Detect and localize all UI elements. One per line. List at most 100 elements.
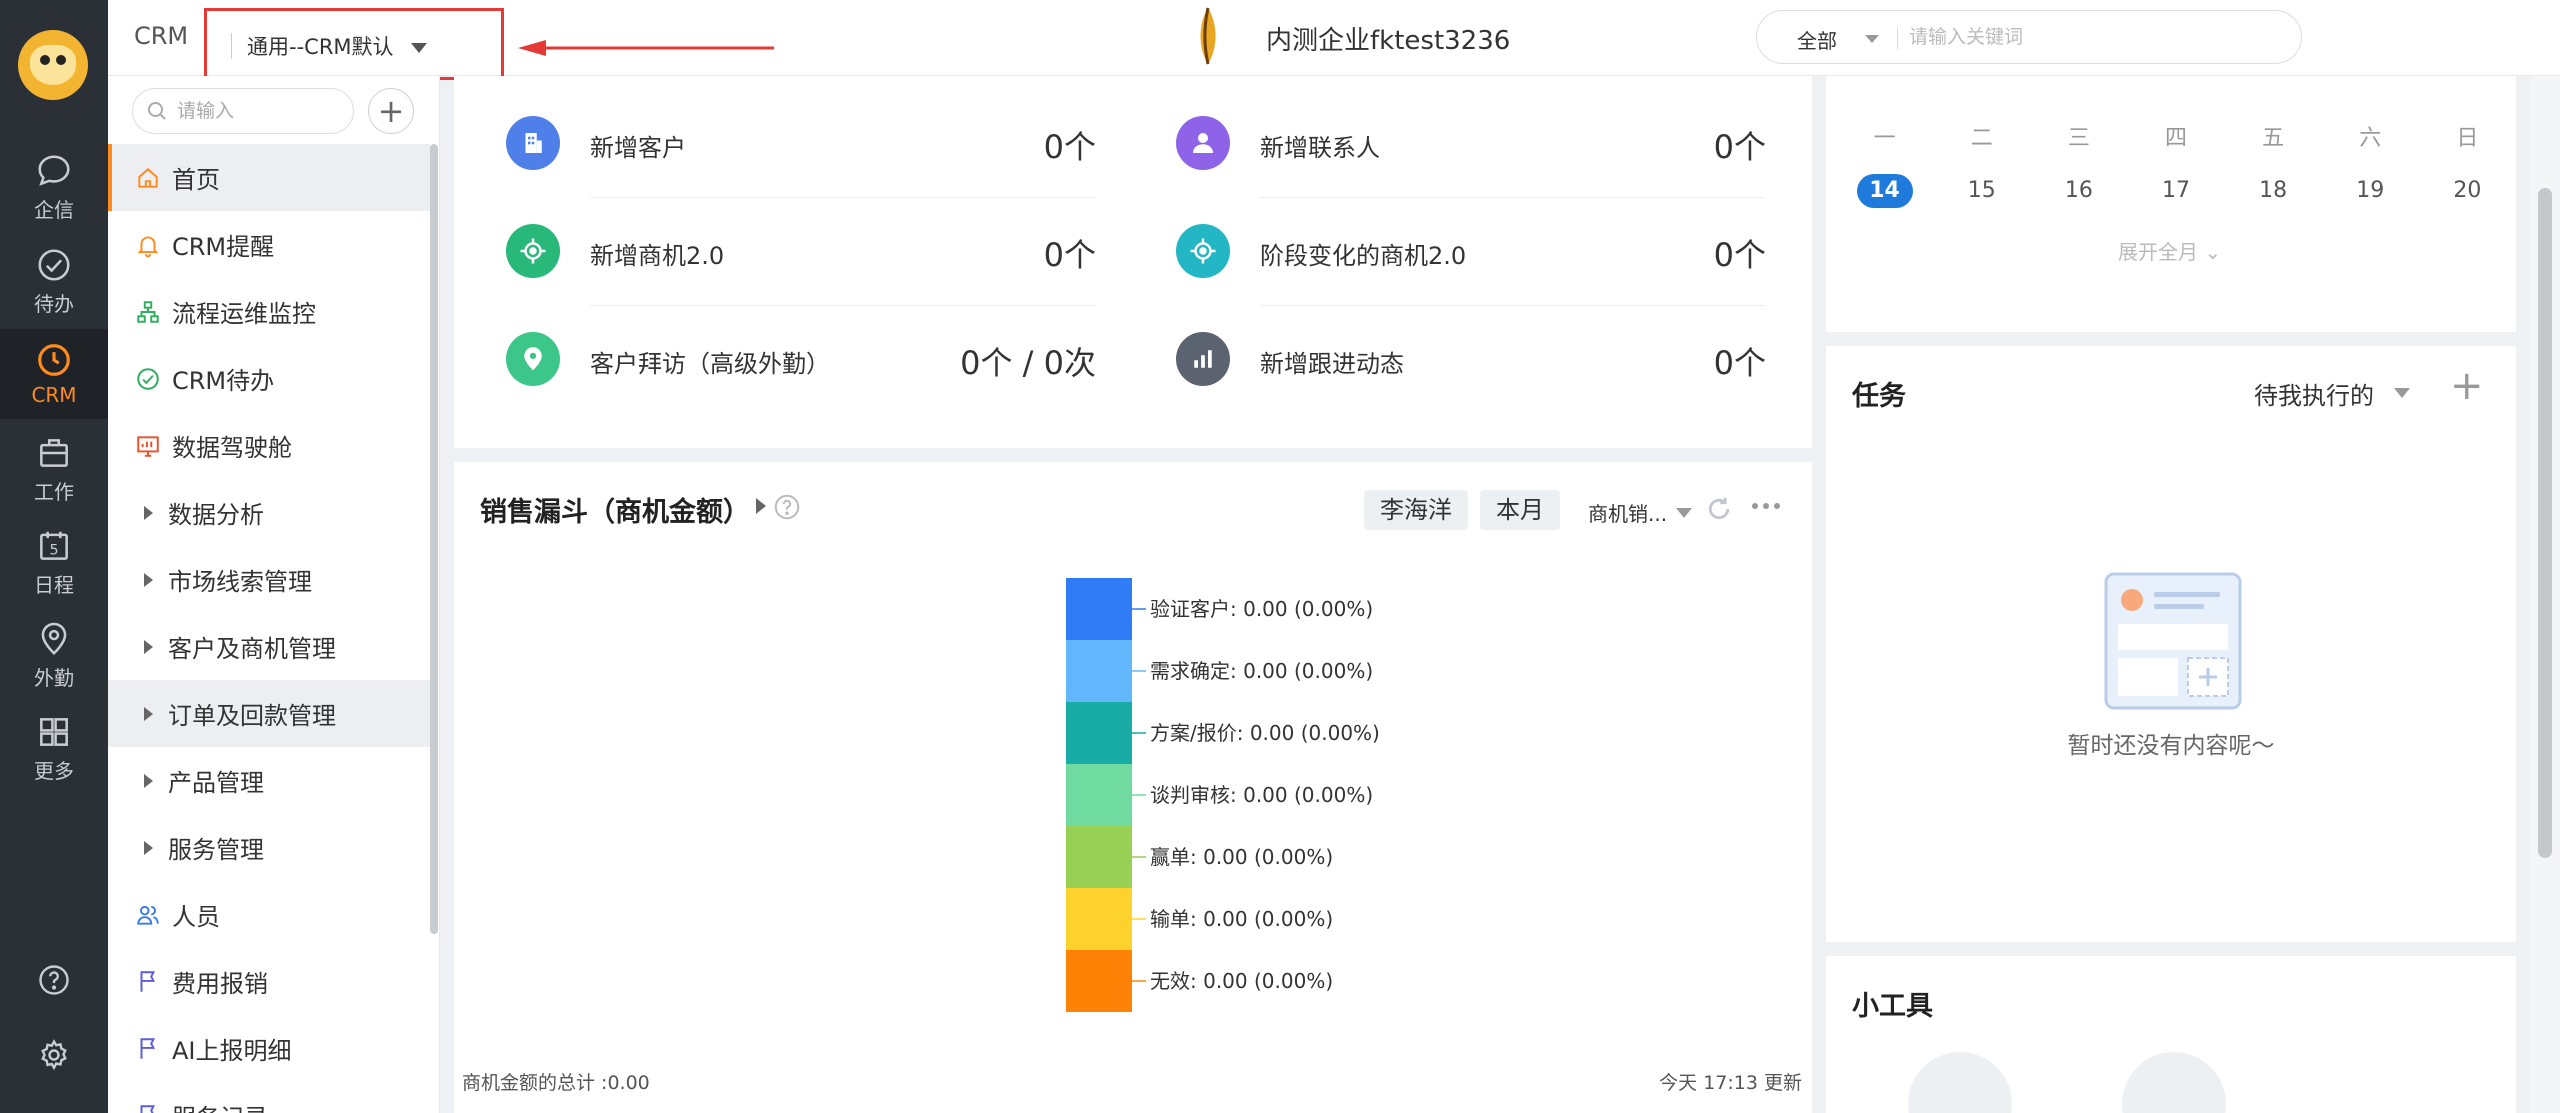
check-circle-icon: [137, 367, 159, 390]
metric-select[interactable]: 商机销...: [1588, 498, 1667, 527]
location-icon: [41, 622, 67, 655]
calendar-day[interactable]: 19: [2322, 174, 2419, 208]
sidebar-scrollbar[interactable]: [430, 144, 438, 934]
sidebar-item-home[interactable]: 首页: [108, 144, 430, 211]
expand-arrow-icon[interactable]: [756, 498, 766, 514]
sidebar-item-customers[interactable]: 客户及商机管理: [108, 613, 430, 680]
search-scope-select[interactable]: 全部: [1797, 25, 1837, 54]
calendar-day[interactable]: 17: [2127, 174, 2224, 208]
tool-item[interactable]: [2122, 1052, 2226, 1113]
sidebar-menu: 首页 CRM提醒 流程运维监控 CRM待办 数据驾驶舱 数据分析 市场线索管理: [108, 144, 430, 1113]
sidebar-item-products[interactable]: 产品管理: [108, 747, 430, 814]
person-icon: [1193, 133, 1213, 153]
help-icon[interactable]: [772, 492, 802, 522]
help-button[interactable]: [0, 950, 108, 1010]
calendar-day[interactable]: 16: [2030, 174, 2127, 208]
top-bar: CRM 通用--CRM默认 内测企业fktest3236 全部: [108, 0, 2560, 80]
funnel-stage-bar[interactable]: [1066, 578, 1132, 640]
settings-button[interactable]: [0, 1025, 108, 1085]
stat-value: 0个: [1713, 128, 1766, 166]
calendar-expand-button[interactable]: 展开全月 ⌄: [2118, 236, 2221, 265]
calendar-day[interactable]: 18: [2225, 174, 2322, 208]
owner-filter-chip[interactable]: 李海洋: [1364, 490, 1468, 530]
more-options-icon[interactable]: [1750, 496, 1782, 516]
sidebar-item-process-monitor[interactable]: 流程运维监控: [108, 278, 430, 345]
rail-item-field[interactable]: 外勤: [0, 610, 108, 700]
sidebar-item-crm-reminder[interactable]: CRM提醒: [108, 211, 430, 278]
stat-stage-changed[interactable]: 阶段变化的商机2.0 0个: [1176, 198, 1766, 306]
stat-new-customers[interactable]: 新增客户 0个: [506, 90, 1096, 198]
rail-item-todo[interactable]: 待办: [0, 236, 108, 326]
flag-icon: [140, 1037, 155, 1059]
calendar-day[interactable]: 20: [2419, 174, 2516, 208]
sidebar-add-button[interactable]: +: [368, 88, 414, 134]
sidebar-item-data-analysis[interactable]: 数据分析: [108, 479, 430, 546]
sidebar-search-input[interactable]: [177, 97, 337, 125]
clock-icon: [38, 344, 70, 376]
sidebar-item-orders[interactable]: 订单及回款管理: [108, 680, 430, 747]
funnel-stage-label: 输单: 0.00 (0.00%): [1150, 907, 1333, 931]
stat-new-contacts[interactable]: 新增联系人 0个: [1176, 90, 1766, 198]
stat-customer-visits[interactable]: 客户拜访（高级外勤） 0个 / 0次: [506, 306, 1096, 414]
funnel-title: 销售漏斗（商机金额）: [480, 497, 750, 528]
calendar-card: 一 二 三 四 五 六 日 14 15 16 17 18 19 20 展开全月 …: [1826, 76, 2516, 332]
rail-label-more: 更多: [34, 758, 74, 783]
chevron-down-icon: [2394, 388, 2410, 398]
add-task-button[interactable]: +: [2450, 366, 2484, 406]
tool-item[interactable]: [1908, 1052, 2012, 1113]
building-icon: [525, 133, 542, 153]
rail-item-more[interactable]: 更多: [0, 703, 108, 793]
funnel-updated-time: 今天 17:13 更新: [1659, 1072, 1802, 1094]
chevron-down-icon: [1676, 508, 1692, 518]
app-logo[interactable]: [18, 30, 88, 100]
funnel-stage-bar[interactable]: [1066, 950, 1132, 1012]
weekday: 五: [2262, 126, 2285, 151]
weekday: 四: [2164, 126, 2187, 151]
funnel-stage-bar[interactable]: [1066, 888, 1132, 950]
funnel-stage-bar[interactable]: [1066, 640, 1132, 702]
flag-icon: [140, 1104, 155, 1113]
stat-new-follow-ups[interactable]: 新增跟进动态 0个: [1176, 306, 1766, 414]
sidebar-item-data-cockpit[interactable]: 数据驾驶舱: [108, 412, 430, 479]
rail-label-crm: CRM: [31, 383, 77, 407]
funnel-stage-label: 赢单: 0.00 (0.00%): [1150, 845, 1333, 869]
expand-arrow-icon: [144, 706, 153, 721]
weekday: 三: [2067, 126, 2090, 151]
chevron-down-icon: [411, 43, 427, 53]
sidebar-item-ai-report[interactable]: AI上报明细: [108, 1015, 430, 1082]
funnel-stage-bar[interactable]: [1066, 702, 1132, 764]
rail-item-crm[interactable]: CRM: [0, 329, 108, 419]
sidebar-item-label: CRM待办: [172, 367, 275, 395]
period-filter-chip[interactable]: 本月: [1480, 490, 1560, 530]
sidebar-item-crm-todo[interactable]: CRM待办: [108, 345, 430, 412]
tasks-filter-select[interactable]: 待我执行的: [2254, 376, 2374, 411]
funnel-stage-bar[interactable]: [1066, 764, 1132, 826]
main-scrollbar[interactable]: [2530, 76, 2560, 1113]
funnel-chart: 验证客户: 0.00 (0.00%) 需求确定: 0.00 (0.00%) 方案/报…: [1066, 578, 1380, 1012]
sidebar-item-label: 订单及回款管理: [168, 702, 336, 730]
sidebar-item-expense[interactable]: 费用报销: [108, 948, 430, 1015]
stat-value: 0个 / 0次: [960, 344, 1096, 382]
sidebar-item-leads[interactable]: 市场线索管理: [108, 546, 430, 613]
view-select-dropdown[interactable]: 通用--CRM默认: [204, 8, 504, 80]
rail-item-work[interactable]: 工作: [0, 424, 108, 514]
dashboard-icon: [137, 435, 159, 457]
sidebar-item-service-records[interactable]: 服务记录: [108, 1082, 430, 1113]
global-search-input[interactable]: [1909, 19, 2269, 55]
sidebar-item-label: AI上报明细: [172, 1037, 292, 1065]
refresh-icon[interactable]: [1704, 494, 1734, 524]
sidebar-item-people[interactable]: 人员: [108, 881, 430, 948]
stat-new-opportunities[interactable]: 新增商机2.0 0个: [506, 198, 1096, 306]
chevron-down-icon: [1865, 35, 1879, 43]
rail-item-schedule[interactable]: 5 日程: [0, 517, 108, 607]
rail-item-chat[interactable]: 企信: [0, 142, 108, 232]
sidebar-item-service[interactable]: 服务管理: [108, 814, 430, 881]
calendar-day-today[interactable]: 14: [1836, 174, 1933, 208]
stat-label: 新增联系人: [1260, 134, 1380, 162]
calendar-day[interactable]: 15: [1933, 174, 2030, 208]
stat-label: 新增客户: [590, 134, 686, 162]
target-icon: [1190, 238, 1216, 264]
funnel-stage-bar[interactable]: [1066, 826, 1132, 888]
expand-arrow-icon: [144, 840, 153, 855]
rail-label-work: 工作: [34, 479, 74, 504]
